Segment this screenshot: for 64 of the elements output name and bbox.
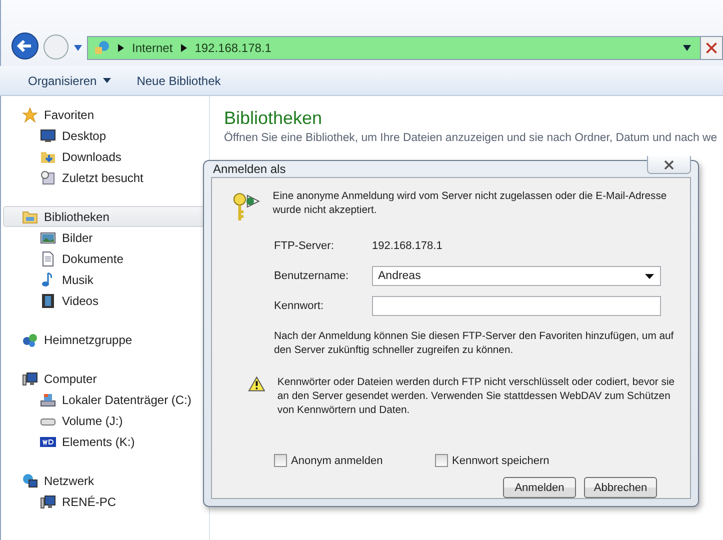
sidebar-item[interactable]: Favoriten bbox=[3, 104, 207, 125]
sidebar-item[interactable]: Dokumente bbox=[1, 248, 209, 269]
checkbox-square[interactable] bbox=[435, 454, 448, 467]
sidebar-item[interactable]: RENÉ-PC bbox=[1, 491, 209, 512]
organize-menu[interactable]: Organisieren bbox=[28, 72, 111, 90]
sidebar-item[interactable]: Elements (K:) bbox=[1, 431, 209, 452]
field-label: Benutzername: bbox=[274, 270, 350, 282]
warning-text: Kennwörter oder Dateien werden durch FTP nicht verschlüsselt oder codiert, bevor sie an den Server gesendet werden. Verwenden Sie stattdessen WebDAV zum Schützen von Kennwörtern und Daten. bbox=[277, 376, 676, 418]
error-message: Eine anonyme Anmeldung wird vom Server nicht zugelassen oder die E-Mail-Adresse wurde nicht akzeptiert. bbox=[272, 190, 668, 218]
dropdown-icon[interactable] bbox=[682, 45, 692, 51]
dropdown-caret-icon bbox=[645, 274, 654, 278]
username-combobox[interactable]: Andreas bbox=[372, 266, 661, 286]
warning-icon bbox=[248, 376, 266, 392]
breadcrumb[interactable]: 192.168.178.1 bbox=[194, 41, 272, 55]
homegroup-icon bbox=[22, 332, 38, 348]
sidebar-item[interactable]: Bilder bbox=[1, 227, 209, 248]
cancel-button[interactable]: Abbrechen bbox=[584, 477, 657, 498]
caret-icon bbox=[102, 78, 111, 83]
checkbox[interactable]: Kennwort speichern bbox=[435, 454, 596, 467]
chevron-icon bbox=[118, 44, 124, 52]
chevron-icon bbox=[180, 44, 187, 52]
star-icon bbox=[22, 106, 38, 122]
sidebar-item[interactable]: Heimnetzgruppe bbox=[3, 329, 207, 350]
sidebar-item[interactable]: Musik bbox=[1, 269, 209, 290]
sidebar-item[interactable]: Volume (J:) bbox=[1, 410, 209, 431]
page-description: Öffnen Sie eine Bibliothek, um Ihre Dateien anzuzeigen und sie nach Ordner, Datum und nach we bbox=[224, 132, 718, 144]
network-icon bbox=[94, 40, 110, 56]
breadcrumb[interactable]: Internet bbox=[132, 41, 173, 55]
sidebar-item[interactable]: Computer bbox=[3, 368, 207, 389]
server-address: 192.168.178.1 bbox=[372, 240, 442, 252]
checkbox-label: Anonym anmelden bbox=[291, 454, 383, 466]
address-bar[interactable]: Internet 192.168.178.1 bbox=[87, 36, 723, 60]
recent-places-icon bbox=[40, 170, 56, 186]
computer-icon bbox=[22, 370, 38, 386]
close-icon bbox=[663, 160, 675, 170]
sidebar-item[interactable]: Zuletzt besucht bbox=[1, 167, 209, 188]
computer-icon bbox=[40, 494, 56, 510]
login-button[interactable]: Anmelden bbox=[503, 477, 576, 498]
network-icon bbox=[22, 472, 38, 488]
checkbox-square[interactable] bbox=[274, 454, 287, 467]
checkbox[interactable]: Anonym anmelden bbox=[274, 454, 435, 467]
field-label: Kennwort: bbox=[274, 300, 325, 312]
monitor-icon bbox=[40, 128, 56, 144]
close-icon[interactable] bbox=[700, 37, 722, 59]
sidebar-item[interactable]: Downloads bbox=[1, 146, 209, 167]
back-button[interactable] bbox=[11, 32, 39, 60]
drive-icon bbox=[40, 392, 56, 408]
checkbox-label: Kennwort speichern bbox=[452, 454, 550, 466]
close-button[interactable] bbox=[647, 156, 691, 174]
history-dropdown-icon[interactable] bbox=[73, 44, 83, 52]
sidebar-item[interactable]: Videos bbox=[1, 290, 209, 311]
page-title: Bibliotheken bbox=[224, 108, 324, 129]
folder-icon bbox=[22, 208, 38, 224]
sidebar-item[interactable]: Netzwerk bbox=[3, 470, 207, 491]
film-icon bbox=[40, 292, 56, 308]
dialog-title: Anmelden als bbox=[212, 162, 286, 176]
sidebar-item[interactable]: Lokaler Datenträger (C:) bbox=[1, 389, 209, 410]
info-text: Nach der Anmeldung können Sie diesen FTP-Server den Favoriten hinzufügen, um auf den Server zukünftig schneller zugreifen zu können. bbox=[274, 330, 675, 358]
password-field[interactable] bbox=[372, 296, 661, 316]
picture-icon bbox=[40, 230, 56, 246]
field-label: FTP-Server: bbox=[274, 240, 335, 252]
toolbar-button[interactable]: Neue Bibliothek bbox=[136, 72, 221, 90]
sidebar-item[interactable]: Desktop bbox=[1, 125, 209, 146]
document-icon bbox=[40, 250, 56, 266]
